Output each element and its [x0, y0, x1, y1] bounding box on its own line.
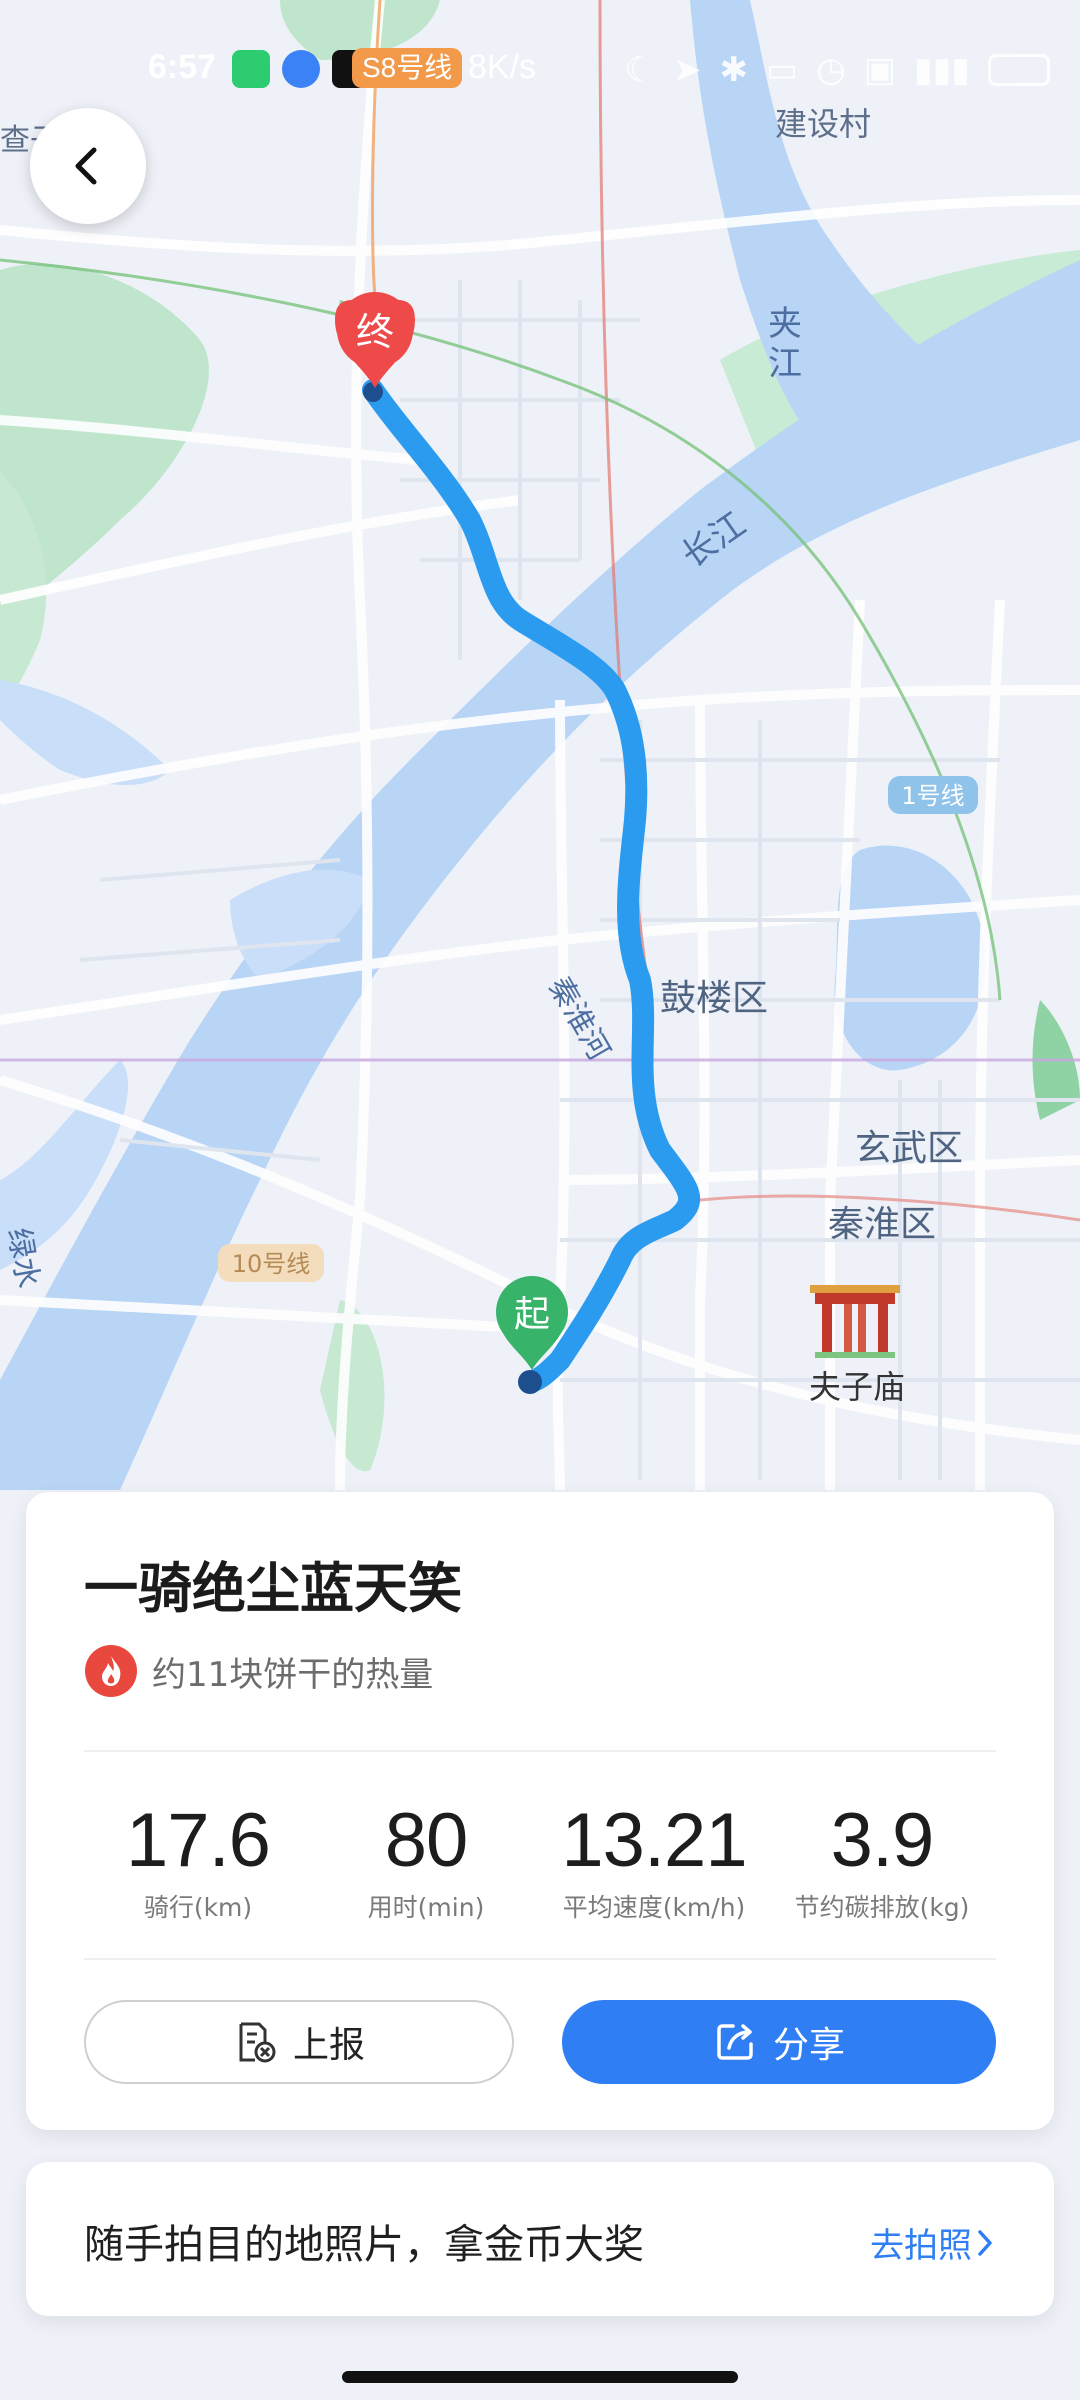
chevron-left-icon	[75, 147, 97, 185]
system-icons: ☾ ➤ ✱ ▭ ◷ ▣ ▮▮▮	[624, 50, 1050, 90]
route-start-dot	[518, 1370, 542, 1394]
status-time: 6:57	[148, 48, 217, 86]
back-button[interactable]	[30, 108, 146, 224]
divider	[84, 1958, 996, 1960]
net-speed: 8K/s	[468, 48, 537, 86]
photo-promo-card[interactable]: 随手拍目的地照片，拿金币大奖 去拍照	[26, 2162, 1054, 2316]
stat-value: 3.9	[830, 1798, 935, 1883]
take-photo-link[interactable]: 去拍照	[870, 2218, 998, 2267]
chevron-right-icon	[978, 2229, 992, 2256]
take-photo-label: 去拍照	[870, 2226, 972, 2266]
stat-duration: 80 用时(min)	[312, 1796, 540, 1922]
ride-stats: 17.6 骑行(km) 80 用时(min) 13.21 平均速度(km/h) …	[84, 1796, 996, 1922]
stat-carbon: 3.9 节约碳排放(kg)	[768, 1796, 996, 1922]
metro-badge-line1: 1号线	[888, 776, 978, 814]
share-icon	[717, 2024, 753, 2060]
app-k-icon	[282, 50, 320, 88]
status-bar: 6:57 S8号线 8K/s ☾ ➤ ✱ ▭ ◷ ▣ ▮▮▮	[0, 40, 1080, 100]
vibrate-icon: ▭	[765, 51, 799, 89]
stat-value: 17.6	[126, 1798, 271, 1883]
stat-label: 用时(min)	[367, 1893, 485, 1922]
svg-text:10号线: 10号线	[232, 1250, 311, 1278]
report-button[interactable]: 上报	[84, 2000, 514, 2084]
svg-text:终: 终	[356, 310, 394, 354]
svg-text:起: 起	[514, 1294, 550, 1335]
share-label: 分享	[772, 2025, 845, 2066]
stat-label: 节约碳排放(kg)	[794, 1893, 970, 1922]
route-end-dot	[363, 382, 383, 402]
alarm-icon: ◷	[816, 51, 846, 89]
label-jiajiang-1: 夹	[768, 304, 802, 344]
location-icon: ➤	[672, 51, 702, 89]
metro-badge-line10: 10号线	[218, 1244, 324, 1282]
label-qinhuai: 秦淮区	[828, 1204, 936, 1245]
report-icon	[239, 2022, 276, 2063]
stat-value: 80	[384, 1798, 469, 1883]
calorie-text: 约11块饼干的热量	[152, 1654, 434, 1695]
share-button[interactable]: 分享	[562, 2000, 996, 2084]
stat-label: 骑行(km)	[143, 1893, 253, 1922]
home-indicator[interactable]	[342, 2371, 738, 2383]
svg-text:1号线: 1号线	[901, 782, 964, 810]
status-badge: S8号线	[352, 48, 463, 88]
stat-value: 13.21	[561, 1798, 747, 1883]
promo-text: 随手拍目的地照片，拿金币大奖	[84, 2222, 644, 2268]
ride-summary-card: 一骑绝尘蓝天笑 约11块饼干的热量 17.6 骑行(km) 80 用时(min)…	[26, 1492, 1054, 2130]
moon-icon: ☾	[624, 51, 655, 89]
label-jiajiang-2: 江	[768, 344, 802, 384]
label-xuanwu: 玄武区	[855, 1128, 963, 1169]
poi-fuzimiao-label: 夫子庙	[809, 1368, 905, 1406]
hd-icon: ▣	[863, 51, 896, 89]
signal-icon: ▮▮▮	[913, 51, 970, 89]
app-shield-icon	[232, 50, 270, 88]
flame-icon	[85, 1645, 137, 1697]
divider	[84, 1750, 996, 1752]
bluetooth-icon: ✱	[719, 51, 748, 89]
battery-icon	[988, 54, 1050, 86]
label-gulou: 鼓楼区	[660, 978, 768, 1019]
ride-title: 一骑绝尘蓝天笑	[84, 1557, 462, 1620]
report-label: 上报	[292, 2025, 365, 2066]
label-jianshecun: 建设村	[775, 105, 871, 143]
stat-label: 平均速度(km/h)	[562, 1893, 746, 1922]
calorie-row: 约11块饼干的热量	[84, 1644, 433, 1698]
stat-distance: 17.6 骑行(km)	[84, 1796, 312, 1922]
stat-avg-speed: 13.21 平均速度(km/h)	[540, 1796, 768, 1922]
